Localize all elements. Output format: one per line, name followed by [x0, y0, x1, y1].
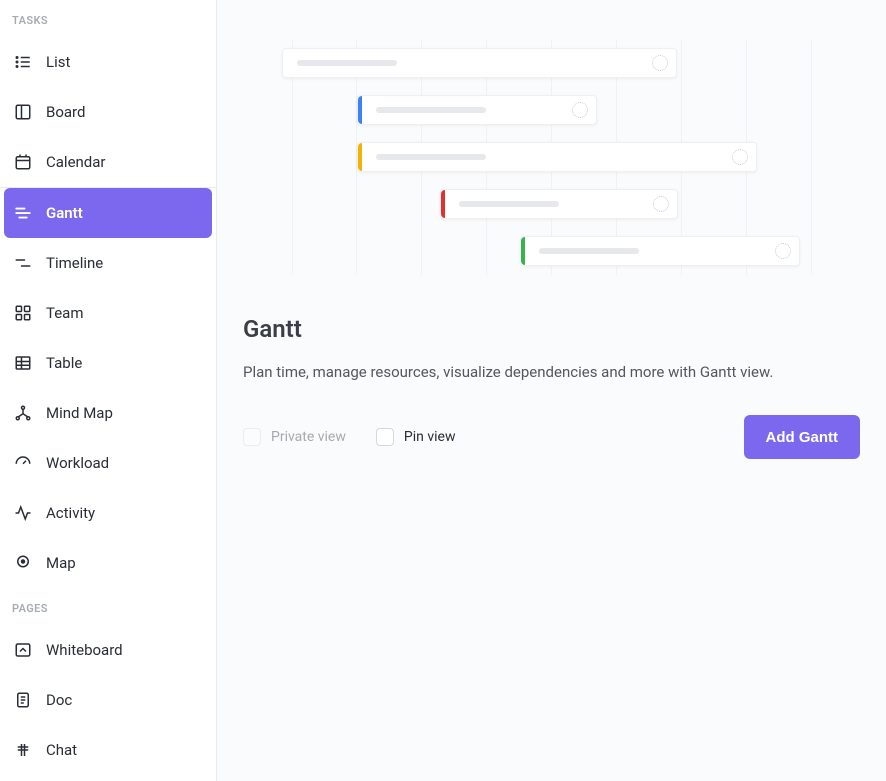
pin-view-checkbox[interactable]: Pin view — [376, 428, 456, 446]
sidebar-item-list[interactable]: List — [0, 37, 216, 87]
tasks-header: TASKS — [0, 0, 216, 37]
sidebar-item-label: Calendar — [46, 153, 106, 171]
sidebar-item-label: Timeline — [46, 254, 103, 272]
sidebar-item-whiteboard[interactable]: Whiteboard — [0, 625, 216, 675]
sidebar-item-workload[interactable]: Workload — [0, 438, 216, 488]
board-icon — [14, 103, 32, 121]
checkbox-icon — [243, 428, 261, 446]
mindmap-icon — [14, 404, 32, 422]
actions-row: Private view Pin view Add Gantt — [243, 415, 860, 459]
sidebar-item-table[interactable]: Table — [0, 338, 216, 388]
sidebar-item-map[interactable]: Map — [0, 538, 216, 588]
sidebar-item-label: Team — [46, 304, 84, 322]
sidebar-item-timeline[interactable]: Timeline — [0, 238, 216, 288]
workload-icon — [14, 454, 32, 472]
private-view-checkbox: Private view — [243, 428, 346, 446]
sidebar-item-label: Table — [46, 354, 82, 372]
sidebar-item-label: Doc — [46, 691, 72, 709]
gantt-illustration — [243, 40, 860, 275]
sidebar-item-chat[interactable]: Chat — [0, 725, 216, 775]
pages-header: PAGES — [0, 588, 216, 625]
sidebar-item-label: Map — [46, 554, 76, 572]
page-subtitle: Plan time, manage resources, visualize d… — [243, 363, 860, 381]
checkbox-icon — [376, 428, 394, 446]
sidebar-item-label: Mind Map — [46, 404, 113, 422]
sidebar-item-calendar[interactable]: Calendar — [0, 137, 216, 187]
sidebar-item-doc[interactable]: Doc — [0, 675, 216, 725]
sidebar-item-label: Activity — [46, 504, 95, 522]
timeline-icon — [14, 254, 32, 272]
calendar-icon — [14, 153, 32, 171]
sidebar-item-label: List — [46, 53, 70, 71]
sidebar-item-label: Workload — [46, 454, 109, 472]
page-title: Gantt — [243, 315, 860, 343]
sidebar-item-label: Gantt — [46, 204, 83, 222]
sidebar-item-board[interactable]: Board — [0, 87, 216, 137]
gantt-icon — [14, 204, 32, 222]
sidebar-item-gantt[interactable]: Gantt — [4, 188, 212, 238]
private-view-label: Private view — [271, 429, 346, 445]
pin-view-label: Pin view — [404, 429, 456, 445]
sidebar-item-team[interactable]: Team — [0, 288, 216, 338]
table-icon — [14, 354, 32, 372]
sidebar-item-label: Chat — [46, 741, 77, 759]
map-icon — [14, 554, 32, 572]
add-gantt-button[interactable]: Add Gantt — [744, 415, 861, 459]
main-panel: Gantt Plan time, manage resources, visua… — [217, 0, 886, 781]
sidebar-item-label: Whiteboard — [46, 641, 123, 659]
sidebar-item-mindmap[interactable]: Mind Map — [0, 388, 216, 438]
activity-icon — [14, 504, 32, 522]
team-icon — [14, 304, 32, 322]
whiteboard-icon — [14, 641, 32, 659]
sidebar-item-label: Board — [46, 103, 85, 121]
sidebar: TASKS List Board Calendar Gantt Timeline — [0, 0, 217, 781]
doc-icon — [14, 691, 32, 709]
sidebar-item-activity[interactable]: Activity — [0, 488, 216, 538]
chat-icon — [14, 741, 32, 759]
list-icon — [14, 53, 32, 71]
